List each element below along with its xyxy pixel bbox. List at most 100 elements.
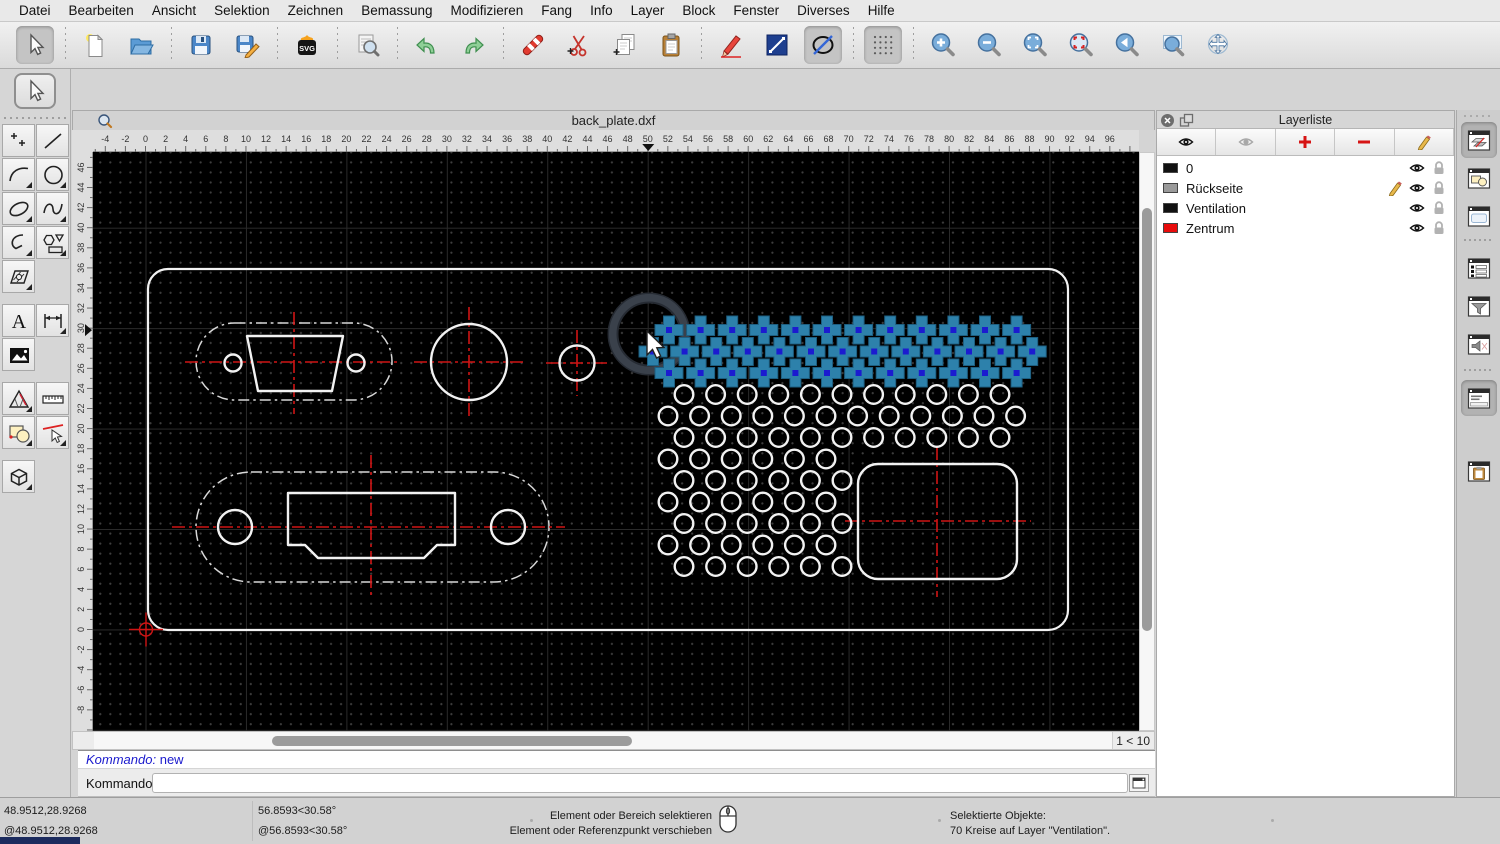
zoom-selection-button[interactable] bbox=[1062, 26, 1100, 64]
menu-ansicht[interactable]: Ansicht bbox=[143, 3, 205, 18]
polyline-icon bbox=[7, 231, 31, 255]
document-titlebar[interactable]: back_plate.dxf bbox=[72, 110, 1155, 130]
zoom-in-button[interactable] bbox=[924, 26, 962, 64]
view-list-toggle-button[interactable] bbox=[1461, 198, 1497, 234]
menu-layer[interactable]: Layer bbox=[622, 3, 674, 18]
tool-polyline-button[interactable] bbox=[2, 226, 35, 259]
hide-all-layers-button[interactable] bbox=[1216, 129, 1276, 155]
auto-zoom-button[interactable] bbox=[1016, 26, 1054, 64]
save-button[interactable] bbox=[182, 26, 220, 64]
tool-spline-button[interactable] bbox=[36, 192, 69, 225]
grid-toggle-button[interactable] bbox=[864, 26, 902, 64]
menu-selektion[interactable]: Selektion bbox=[205, 3, 279, 18]
layer-visibility-eye-icon[interactable] bbox=[1408, 220, 1426, 236]
horizontal-scrollbar-thumb[interactable] bbox=[272, 736, 632, 746]
clipboard-toggle-button[interactable] bbox=[1461, 453, 1497, 489]
library-browser-toggle-button[interactable] bbox=[1461, 326, 1497, 362]
property-editor-toggle-button[interactable] bbox=[1461, 250, 1497, 286]
menu-bemassung[interactable]: Bemassung bbox=[352, 3, 441, 18]
layer-visibility-eye-icon[interactable] bbox=[1408, 200, 1426, 216]
layer-row-0[interactable]: 0 bbox=[1157, 158, 1454, 178]
add-layer-button[interactable] bbox=[1276, 129, 1336, 155]
layer-color-swatch[interactable] bbox=[1163, 223, 1178, 233]
new-file-button[interactable] bbox=[76, 26, 114, 64]
layer-visibility-eye-icon[interactable] bbox=[1408, 160, 1426, 176]
layer-lock-icon[interactable] bbox=[1430, 220, 1448, 236]
tool-ruler-button[interactable] bbox=[36, 382, 69, 415]
tool-text-button[interactable]: A bbox=[2, 304, 35, 337]
tool-circle-button[interactable] bbox=[36, 158, 69, 191]
command-window-button[interactable] bbox=[1129, 774, 1149, 792]
vertical-scrollbar[interactable] bbox=[1139, 152, 1155, 731]
layer-color-swatch[interactable] bbox=[1163, 203, 1178, 213]
redo-button[interactable] bbox=[454, 26, 492, 64]
tool-image-button[interactable] bbox=[2, 338, 35, 371]
menu-fenster[interactable]: Fenster bbox=[724, 3, 788, 18]
previous-view-button[interactable] bbox=[1108, 26, 1146, 64]
selection-arrow-tool[interactable] bbox=[14, 73, 56, 109]
tool-cube-button[interactable] bbox=[2, 460, 35, 493]
tool-arc-button[interactable] bbox=[2, 158, 35, 191]
menu-bearbeiten[interactable]: Bearbeiten bbox=[60, 3, 143, 18]
layer-lock-icon[interactable] bbox=[1430, 200, 1448, 216]
layer-color-swatch[interactable] bbox=[1163, 163, 1178, 173]
menu-fang[interactable]: Fang bbox=[532, 3, 581, 18]
edit-layer-icon bbox=[1416, 134, 1432, 150]
undo-button[interactable] bbox=[408, 26, 446, 64]
print-preview-button[interactable] bbox=[348, 26, 386, 64]
menu-datei[interactable]: Datei bbox=[10, 3, 60, 18]
layer-row-zentrum[interactable]: Zentrum bbox=[1157, 218, 1454, 238]
zoom-window-button[interactable] bbox=[1154, 26, 1192, 64]
layer-lock-icon[interactable] bbox=[1430, 160, 1448, 176]
svg-text:0: 0 bbox=[143, 134, 148, 144]
menu-info[interactable]: Info bbox=[581, 3, 622, 18]
menu-block[interactable]: Block bbox=[673, 3, 724, 18]
tool-dim-button[interactable] bbox=[36, 304, 69, 337]
menu-zeichnen[interactable]: Zeichnen bbox=[279, 3, 353, 18]
save-as-button[interactable] bbox=[228, 26, 266, 64]
tool-measure-button[interactable] bbox=[2, 382, 35, 415]
layer-visibility-eye-icon[interactable] bbox=[1408, 180, 1426, 196]
modify-button[interactable] bbox=[712, 26, 750, 64]
tool-block-button[interactable] bbox=[2, 416, 35, 449]
menu-modifizieren[interactable]: Modifizieren bbox=[442, 3, 533, 18]
tool-shapes-button[interactable] bbox=[36, 226, 69, 259]
vertical-scrollbar-thumb[interactable] bbox=[1142, 208, 1152, 631]
ellipse-tool-button[interactable] bbox=[804, 26, 842, 64]
layer-lock-icon[interactable] bbox=[1430, 180, 1448, 196]
layer-color-swatch[interactable] bbox=[1163, 183, 1178, 193]
show-all-layers-button[interactable] bbox=[1157, 129, 1217, 155]
paste-icon bbox=[658, 32, 684, 58]
zoom-out-button[interactable] bbox=[970, 26, 1008, 64]
block-list-toggle-button[interactable] bbox=[1461, 160, 1497, 196]
layer-list-toggle-button[interactable] bbox=[1461, 122, 1497, 158]
tool-hatch-button[interactable] bbox=[2, 260, 35, 293]
qcad-application: Datei Bearbeiten Ansicht Selektion Zeichnen B… bbox=[0, 0, 1500, 844]
drawing-canvas[interactable] bbox=[93, 152, 1139, 731]
layer-panel-titlebar[interactable]: Layerliste bbox=[1157, 111, 1454, 129]
horizontal-scrollbar[interactable] bbox=[94, 732, 1113, 749]
copy-button[interactable] bbox=[606, 26, 644, 64]
paste-button[interactable] bbox=[652, 26, 690, 64]
open-file-button[interactable] bbox=[122, 26, 160, 64]
tool-points-button[interactable] bbox=[2, 124, 35, 157]
layer-row-rückseite[interactable]: Rückseite bbox=[1157, 178, 1454, 198]
remove-layer-button[interactable] bbox=[1335, 129, 1395, 155]
layer-row-ventilation[interactable]: Ventilation bbox=[1157, 198, 1454, 218]
pan-button[interactable] bbox=[1200, 26, 1238, 64]
edit-layer-button[interactable] bbox=[1395, 129, 1455, 155]
tool-ellipse2-button[interactable] bbox=[2, 192, 35, 225]
tool-line-button[interactable] bbox=[36, 124, 69, 157]
selection-filter-toggle-button[interactable] bbox=[1461, 288, 1497, 324]
menu-hilfe[interactable]: Hilfe bbox=[859, 3, 904, 18]
command-line-toggle-button[interactable] bbox=[1461, 380, 1497, 416]
tool-trim-button[interactable] bbox=[36, 416, 69, 449]
cut-button[interactable] bbox=[560, 26, 598, 64]
status-dot bbox=[938, 819, 941, 822]
selection-tool-button[interactable] bbox=[16, 26, 54, 64]
command-input[interactable] bbox=[152, 773, 1128, 793]
line-tool-button[interactable] bbox=[758, 26, 796, 64]
menu-diverses[interactable]: Diverses bbox=[788, 3, 859, 18]
svg-export-button[interactable]: SVG bbox=[288, 26, 326, 64]
delete-button[interactable] bbox=[514, 26, 552, 64]
